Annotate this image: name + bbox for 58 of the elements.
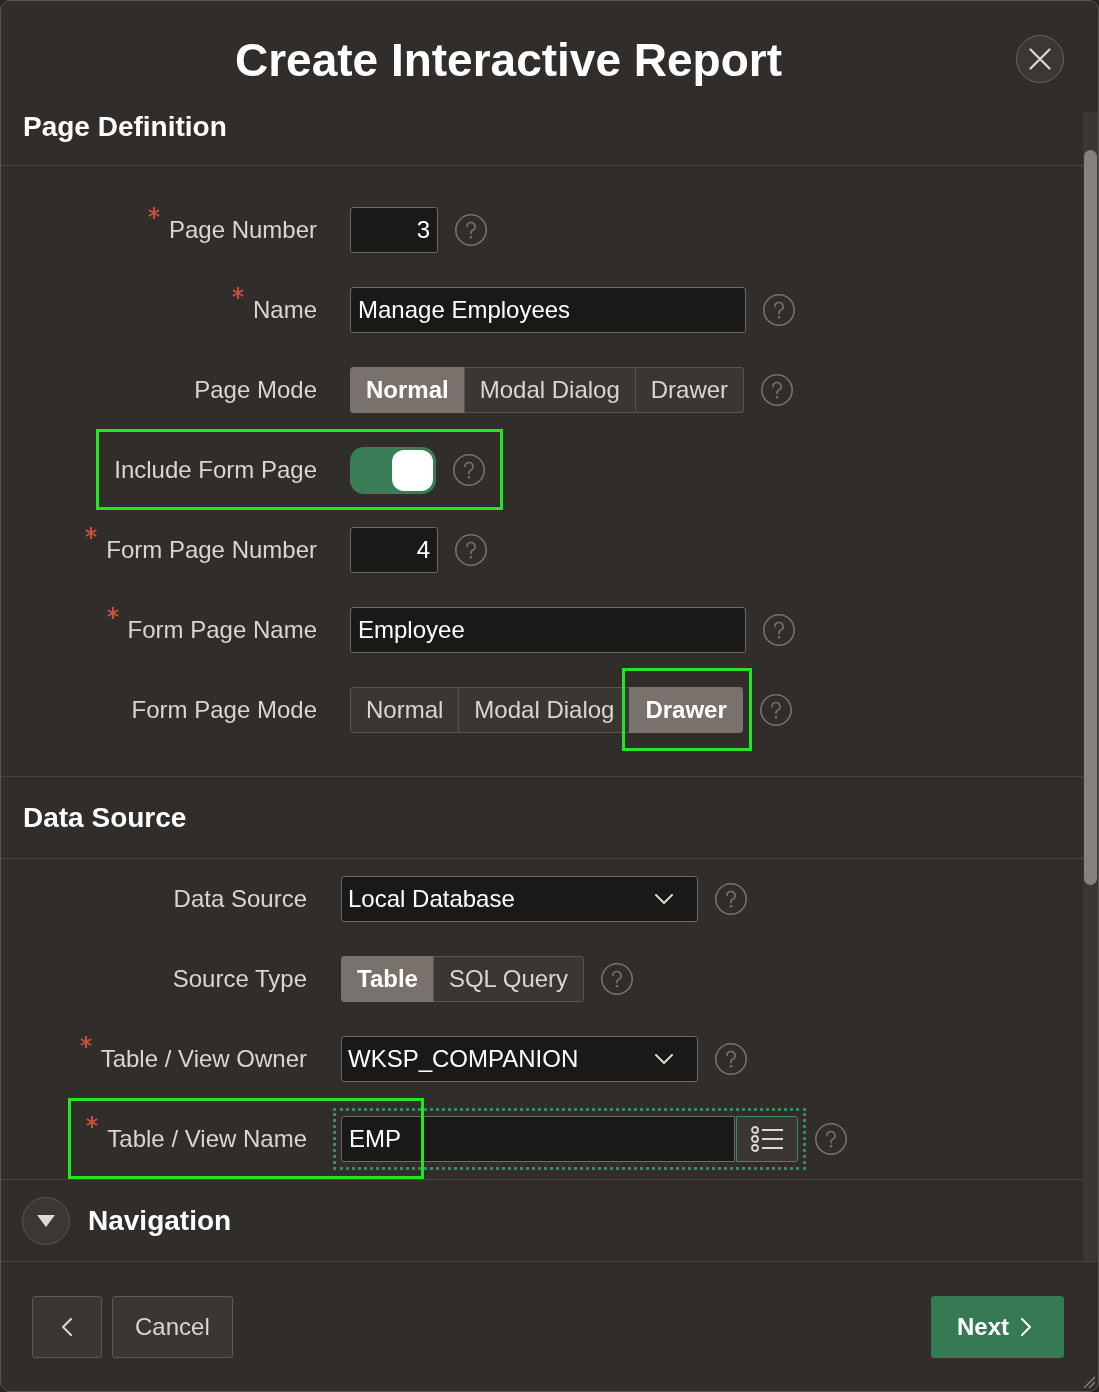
- field-label: Name: [252, 296, 317, 324]
- help-icon[interactable]: [455, 534, 487, 566]
- number-input[interactable]: 4: [350, 527, 438, 573]
- chevron-right-icon: [1021, 1317, 1031, 1336]
- segment-option[interactable]: Modal Dialog: [458, 687, 631, 733]
- back-button[interactable]: [32, 1295, 102, 1358]
- field-label: Form Page Name: [127, 616, 317, 644]
- select-field[interactable]: Local Database: [341, 876, 698, 922]
- help-icon[interactable]: [453, 454, 485, 486]
- section-heading: Page Definition: [23, 112, 227, 142]
- triangle-down-icon: [37, 1214, 55, 1227]
- popup-input[interactable]: EMP: [341, 1116, 735, 1162]
- field-label: Page Mode: [194, 376, 317, 404]
- segment-option[interactable]: Table: [341, 956, 434, 1002]
- help-icon[interactable]: [715, 883, 747, 915]
- field-label: Table / View Owner: [100, 1045, 307, 1073]
- expand-button[interactable]: [22, 1196, 70, 1245]
- section-heading: Navigation: [88, 1205, 232, 1236]
- segment-option[interactable]: SQL Query: [432, 956, 585, 1002]
- field-label: Form Page Number: [106, 536, 317, 564]
- scrollbar[interactable]: [1083, 112, 1098, 1261]
- section-heading: Data Source: [23, 802, 187, 833]
- list-icon: [751, 1126, 783, 1152]
- field-label: Include Form Page: [114, 456, 317, 484]
- select-field[interactable]: WKSP_COMPANION: [341, 1036, 698, 1082]
- text-input[interactable]: Employee: [350, 607, 746, 653]
- segment-option[interactable]: Drawer: [629, 687, 743, 733]
- segment-option[interactable]: Normal: [350, 687, 460, 733]
- chevron-down-icon: [655, 1054, 673, 1064]
- field-label: Data Source: [173, 885, 307, 913]
- text-input[interactable]: Manage Employees: [350, 287, 746, 333]
- toggle-switch[interactable]: [350, 446, 436, 494]
- help-icon[interactable]: [763, 294, 795, 326]
- dialog-title: Create Interactive Report: [233, 33, 784, 87]
- help-icon[interactable]: [455, 214, 487, 246]
- help-icon[interactable]: [715, 1043, 747, 1075]
- help-icon[interactable]: [761, 374, 794, 406]
- field-label: Page Number: [168, 216, 317, 244]
- help-icon[interactable]: [601, 963, 634, 995]
- segment-option[interactable]: Normal: [350, 367, 465, 413]
- secondary-button[interactable]: Cancel: [112, 1295, 233, 1358]
- segment-option[interactable]: Modal Dialog: [463, 367, 636, 413]
- help-icon[interactable]: [763, 614, 795, 646]
- number-input[interactable]: 3: [350, 207, 438, 253]
- field-label: Table / View Name: [107, 1125, 307, 1153]
- segment-option[interactable]: Drawer: [634, 367, 745, 413]
- resize-grip-icon[interactable]: [1081, 1374, 1095, 1388]
- field-label: Form Page Mode: [131, 696, 317, 724]
- help-icon[interactable]: [759, 694, 792, 726]
- close-button[interactable]: [1016, 35, 1064, 83]
- help-icon[interactable]: [815, 1123, 847, 1155]
- primary-button[interactable]: Next: [930, 1295, 1064, 1358]
- list-button[interactable]: [736, 1116, 798, 1162]
- chevron-down-icon: [655, 894, 673, 904]
- chevron-left-icon: [62, 1317, 72, 1336]
- scrollbar-thumb[interactable]: [1084, 150, 1097, 885]
- field-label: Source Type: [172, 965, 307, 993]
- close-icon: [1029, 48, 1051, 70]
